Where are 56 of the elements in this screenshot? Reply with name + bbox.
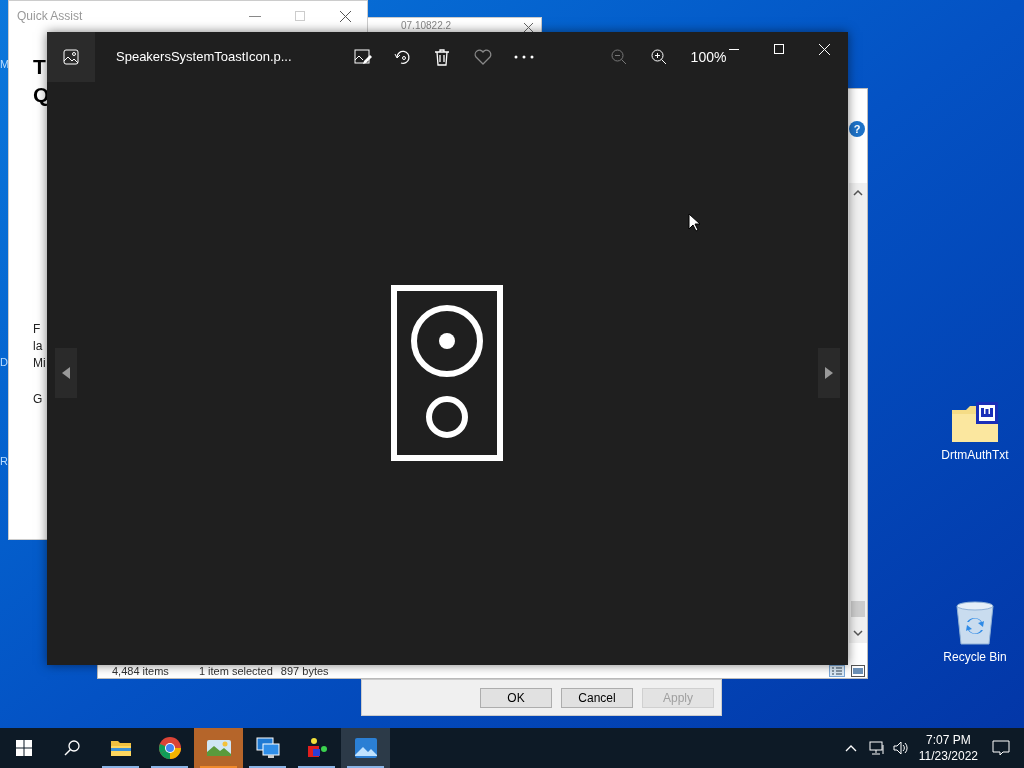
folder-icon	[109, 739, 132, 757]
zoom-in-icon[interactable]	[650, 49, 667, 65]
next-button[interactable]	[818, 348, 840, 398]
desktop-icon-label[interactable]: D	[0, 354, 8, 371]
link-text[interactable]: G	[33, 391, 43, 408]
image-icon	[353, 737, 378, 759]
chevron-down-icon	[853, 629, 863, 637]
window-title: 07.10822.2	[401, 21, 452, 31]
more-icon[interactable]	[513, 55, 534, 59]
edit-image-icon[interactable]	[353, 48, 372, 66]
scrollbar[interactable]	[849, 183, 867, 643]
close-icon[interactable]	[340, 10, 351, 22]
triangle-right-icon	[825, 367, 833, 379]
paragraph-text: F	[33, 321, 41, 338]
chevron-up-icon[interactable]	[844, 744, 857, 752]
window-title: Quick Assist	[17, 8, 83, 25]
paragraph-text: Mi	[33, 355, 46, 372]
scrollbar-thumb[interactable]	[851, 601, 865, 617]
close-icon[interactable]	[524, 23, 533, 32]
search-icon[interactable]	[64, 740, 80, 756]
file-size: 897 bytes	[280, 665, 329, 677]
chevron-up-icon	[853, 189, 863, 197]
file-name: SpeakersSystemToastIcon.p...	[116, 48, 292, 67]
rotate-icon[interactable]	[393, 48, 412, 66]
dialog-button[interactable]: Cancel	[561, 687, 633, 708]
windows-start-icon[interactable]	[16, 740, 32, 756]
details-view-icon[interactable]	[829, 665, 845, 677]
zoom-level[interactable]: 100%	[690, 46, 727, 68]
heart-icon[interactable]	[473, 49, 492, 65]
landscape-icon	[205, 737, 232, 759]
browser-icon	[157, 736, 182, 760]
notification-icon[interactable]	[992, 740, 1010, 756]
taskbar-button[interactable]	[341, 728, 390, 768]
speaker-icon[interactable]	[892, 741, 909, 755]
image-icon[interactable]	[63, 49, 79, 65]
speaker-icon	[391, 285, 503, 461]
thumbnail-view-icon[interactable]	[851, 665, 865, 677]
selection-info: 1 item selected	[198, 665, 273, 677]
minimize-icon[interactable]	[729, 48, 739, 50]
desktop-icon-label[interactable]: Recycle Bin	[943, 650, 1007, 665]
desktop-icon-label[interactable]: R	[0, 453, 8, 470]
mouse-cursor-icon	[688, 213, 700, 232]
monitor-icon	[255, 737, 280, 759]
desktop-icon-label[interactable]: DrtmAuthTxt	[941, 448, 1009, 463]
folder-document-icon	[950, 400, 1000, 444]
clock-time[interactable]: 7:07 PM	[926, 732, 971, 748]
delete-icon[interactable]	[433, 48, 450, 66]
clock-date[interactable]: 11/23/2022	[918, 748, 978, 764]
network-icon[interactable]	[868, 741, 885, 755]
paragraph-text: la	[33, 338, 43, 355]
triangle-left-icon	[62, 367, 70, 379]
item-count: 4,484 items	[112, 665, 169, 677]
dialog-button[interactable]: OK	[480, 687, 552, 708]
recycle-bin-icon	[955, 600, 995, 646]
heading-text: T	[33, 54, 46, 80]
previous-button[interactable]	[55, 348, 77, 398]
